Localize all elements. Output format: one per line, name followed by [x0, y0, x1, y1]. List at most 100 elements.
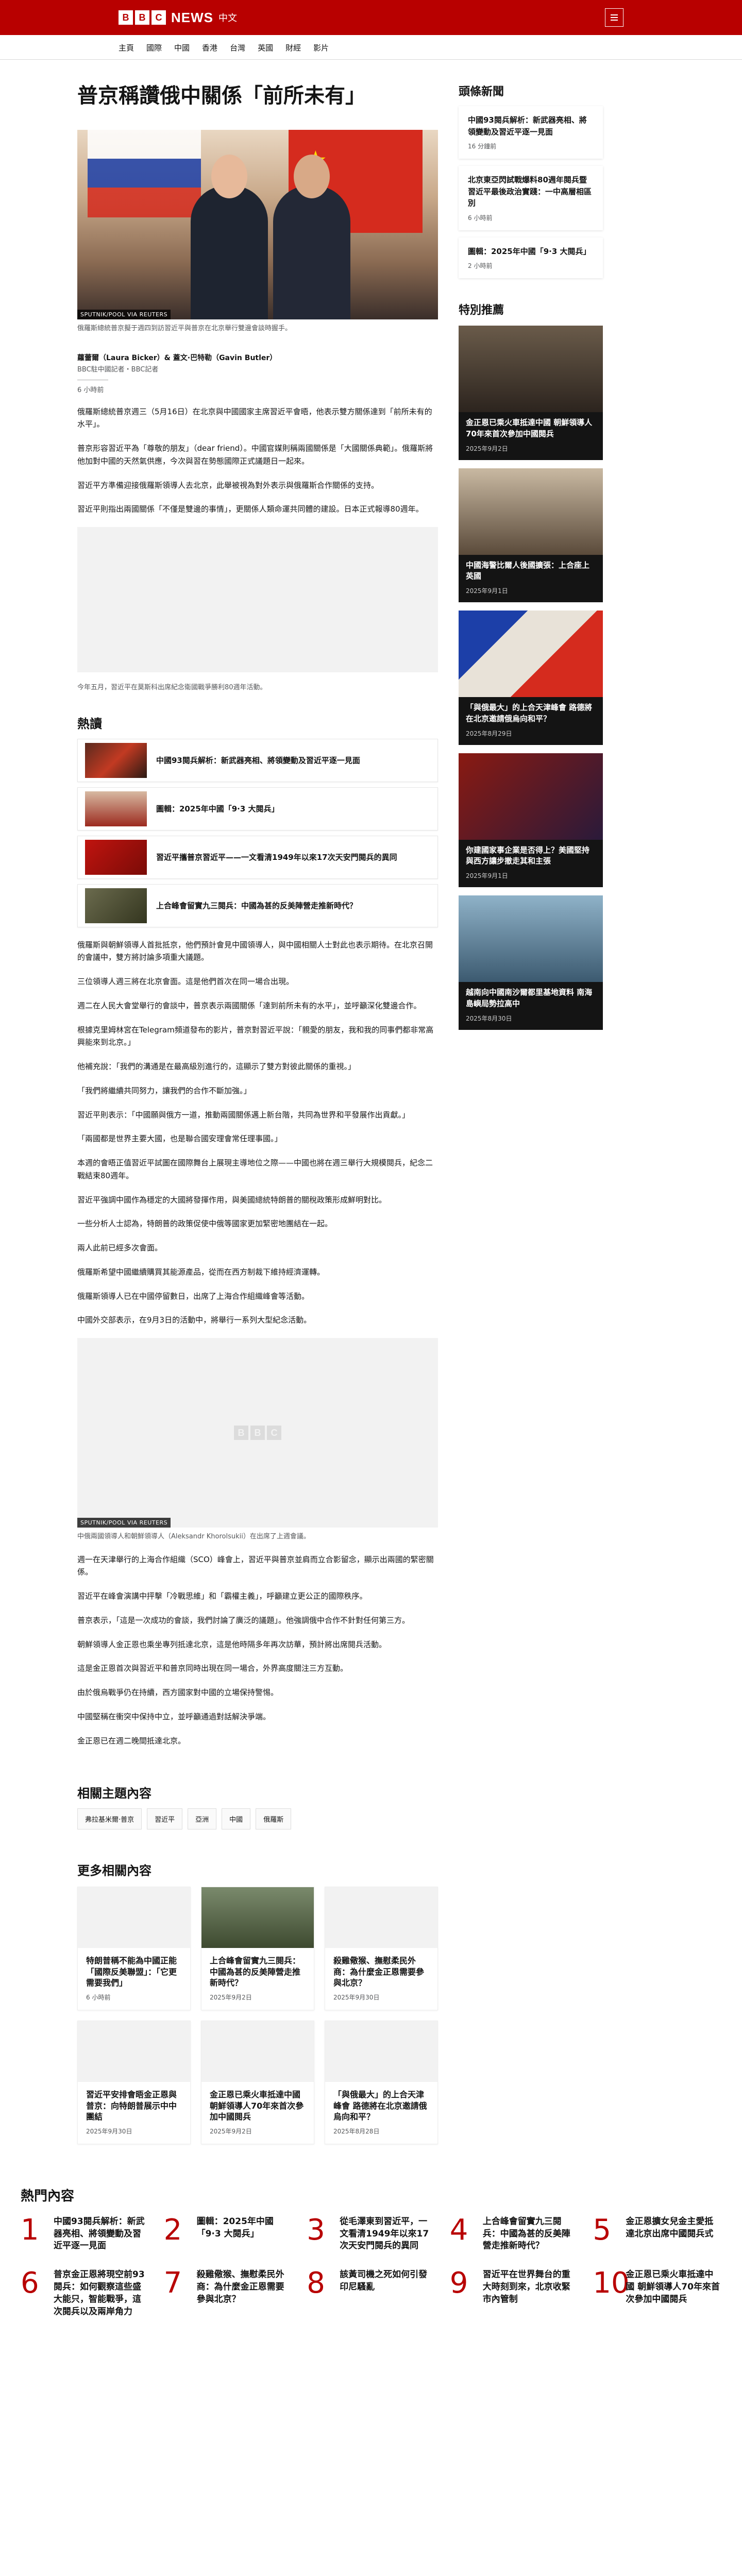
russia-flag — [88, 130, 201, 217]
sidebar: 頭條新聞 中國93閱兵解析：新武器亮相、將領變動及習近平逐一見面 16 分鐘前 … — [459, 82, 603, 2144]
topic-tag[interactable]: 亞洲 — [188, 1808, 217, 1830]
paragraph: 「兩國都是世界主要大國，也是聯合國安理會常任理事國。」 — [77, 1134, 282, 1144]
most-read-title: 金正恩擴女兒金主愛抵達北京出席中國閱兵式 — [626, 2216, 714, 2239]
hot-read-item[interactable]: 習近平攜普京習近平——一文看清1949年以來17次天安門閱兵的異同 — [77, 835, 438, 879]
related-card[interactable]: 習近平安排會晤金正恩與普京：向特朗普展示中中團結 2025年9月30日 — [77, 2021, 191, 2144]
related-card[interactable]: 上合峰會留實九三閱兵：中國為甚的反美陣營走推新時代？ 2025年9月2日 — [201, 1887, 314, 2011]
headline-time: 6 小時前 — [468, 214, 493, 222]
headline-card[interactable]: 北京東亞閃試戰爆料80週年閱兵暨習近平最後政治實踐：一中高層相區別 6 小時前 — [459, 166, 603, 230]
byline: 蘿蕾爾（Laura Bicker）& 蓋文·巴特勒（Gavin Butler） … — [77, 352, 438, 394]
hot-read-thumb — [85, 791, 147, 826]
most-read-item[interactable]: 4 上合峰會留實九三閱兵：中國為甚的反美陣營走推新時代？ — [450, 2215, 579, 2252]
card-title: 「與俄最大」的上合天津峰會 路德將在北京邀請俄烏向和平？ — [333, 2090, 427, 2122]
topic-tag[interactable]: 弗拉基米爾·普京 — [77, 1808, 142, 1830]
featured-card[interactable]: 金正恩已乘火車抵達中國 朝鮮領導人70年來首次參加中國閱兵 2025年9月2日 — [459, 326, 603, 460]
image-caption: 今年五月，習近平在莫斯科出席紀念衛國戰爭勝利80週年活動。 — [77, 684, 267, 691]
most-read-title: 圖輯：2025年中國「9·3 大閱兵」 — [196, 2216, 274, 2239]
featured-card[interactable]: 中國海警比爾人後國擴張：上合座上英國 2025年9月1日 — [459, 468, 603, 602]
most-read-item[interactable]: 3 從毛澤東到習近平，一文看清1949年以來17次天安門閱兵的異同 — [307, 2215, 435, 2252]
featured-card[interactable]: 「與俄最大」的上合天津峰會 路德將在北京邀請俄烏向和平？ 2025年8月29日 — [459, 611, 603, 745]
headline-card[interactable]: 圖輯：2025年中國「9·3 大閱兵」 2 小時前 — [459, 238, 603, 279]
most-read-item[interactable]: 5 金正恩擴女兒金主愛抵達北京出席中國閱兵式 — [593, 2213, 721, 2252]
rank-number: 5 — [593, 2213, 612, 2247]
hot-read-item[interactable]: 上合峰會留實九三閱兵：中國為甚的反美陣營走推新時代？ — [77, 884, 438, 927]
byline-authors: 蘿蕾爾（Laura Bicker）& 蓋文·巴特勒（Gavin Butler） — [77, 353, 277, 362]
topic-tag[interactable]: 俄羅斯 — [256, 1808, 292, 1830]
logo-letter: B — [234, 1426, 248, 1440]
paragraph: 朝鮮領導人金正恩也乘坐專列抵達北京，這是他時隔多年再次訪華，預計將出席閱兵活動。 — [77, 1639, 387, 1649]
most-read-item[interactable]: 6 普京金正恩將現空前93閱兵：如何觀察這些盛大能只，智能戰爭，這次閱兵以及兩岸角… — [21, 2269, 149, 2318]
featured-card[interactable]: 越南向中國南沙爾都里基地資料 南海島嶼局勢拉高中 2025年8月30日 — [459, 895, 603, 1030]
topic-tag[interactable]: 習近平 — [147, 1808, 183, 1830]
topics-heading: 相關主題內容 — [77, 1786, 151, 1801]
more-heading: 更多相關內容 — [77, 1863, 151, 1878]
most-read-item[interactable]: 7 殺雞儆猴、撫慰柔民外商：為什麼金正恩需要參與北京？ — [164, 2269, 293, 2318]
paragraph: 習近平則表示：「中國願與俄方一道，推動兩國關係邁上新台階，共同為世界和平發展作出… — [77, 1110, 410, 1120]
person-left — [191, 185, 268, 319]
most-read-item[interactable]: 10 金正恩已乘火車抵達中國 朝鮮領導人70年來首次參加中國閱兵 — [593, 2269, 721, 2318]
headline-card[interactable]: 中國93閱兵解析：新武器亮相、將領變動及習近平逐一見面 16 分鐘前 — [459, 106, 603, 159]
most-read-item[interactable]: 9 習近平在世界舞台的重大時刻到來，北京收緊市內管制 — [450, 2269, 579, 2318]
card-image — [201, 1887, 314, 1948]
card-date: 2025年9月30日 — [86, 2127, 132, 2135]
nav-china[interactable]: 中國 — [174, 42, 198, 53]
related-card[interactable]: 「與俄最大」的上合天津峰會 路德將在北京邀請俄烏向和平？ 2025年8月28日 — [325, 2021, 438, 2144]
related-card[interactable]: 殺雞儆猴、撫慰柔民外商：為什麼金正恩需要參與北京？ 2025年9月30日 — [325, 1887, 438, 2011]
nav-taiwan[interactable]: 台灣 — [230, 42, 254, 53]
card-title: 習近平安排會晤金正恩與普京：向特朗普展示中中團結 — [86, 2090, 177, 2122]
paragraph: 金正恩已在週二晚間抵達北京。 — [77, 1736, 186, 1745]
headlines-heading: 頭條新聞 — [459, 86, 504, 98]
bbc-logo[interactable]: B B C — [119, 10, 166, 25]
head-left — [211, 155, 247, 198]
most-read-title: 普京金正恩將現空前93閱兵：如何觀察這些盛大能只，智能戰爭，這次閱兵以及兩岸角力 — [54, 2269, 145, 2317]
paragraph: 週二在人民大會堂舉行的會談中，普京表示兩國關係「達到前所未有的水平」，並呼籲深化… — [77, 1001, 421, 1010]
main-nav: 主頁 國際 中國 香港 台灣 英國 財經 影片 — [0, 35, 742, 60]
hot-read-title: 習近平攜普京習近平——一文看清1949年以來17次天安門閱兵的異同 — [156, 853, 397, 862]
most-read-item[interactable]: 2 圖輯：2025年中國「9·3 大閱兵」 — [164, 2215, 293, 2252]
logo-letter: B — [119, 10, 133, 25]
featured-heading: 特別推薦 — [459, 304, 504, 317]
brand-language: 中文 — [218, 13, 237, 24]
paragraph: 習近平強調中國作為穩定的大國將發揮作用，與美國總統特朗普的關稅政策形成鮮明對比。 — [77, 1195, 387, 1205]
paragraph: 俄羅斯領導人已在中國停留數日，出席了上海合作組織峰會等活動。 — [77, 1291, 310, 1301]
most-read-title: 習近平在世界舞台的重大時刻到來，北京收緊市內管制 — [482, 2269, 570, 2304]
paragraph: 三位領導人週三將在北京會面。這是他們首次在同一場合出現。 — [77, 977, 294, 986]
card-image — [201, 2021, 314, 2082]
card-title: 殺雞儆猴、撫慰柔民外商：為什麼金正恩需要參與北京？ — [333, 1956, 425, 1988]
card-date: 6 小時前 — [86, 1994, 111, 2002]
hot-read-item[interactable]: 圖輯：2025年中國「9·3 大閱兵」 — [77, 787, 438, 831]
logo-letter: C — [267, 1426, 281, 1440]
featured-card[interactable]: 你建國家事企業是否得上？美國堅持與西方讓步撤走其和主張 2025年9月1日 — [459, 753, 603, 887]
paragraph: 根據克里姆林宮在Telegram頻道發布的影片，普京對習近平說：「親愛的朋友，我… — [77, 1025, 434, 1047]
card-image — [78, 1887, 190, 1948]
rank-number: 8 — [307, 2266, 325, 2300]
image-credit: SPUTNIK/POOL VIA REUTERS — [77, 1518, 171, 1528]
menu-button[interactable] — [605, 8, 623, 27]
hot-reads-heading: 熱讀 — [77, 716, 102, 731]
paragraph: 一些分析人士認為，特朗普的政策促使中俄等國家更加緊密地團結在一起。 — [77, 1219, 333, 1229]
card-title: 金正恩已乘火車抵達中國 朝鮮領導人70年來首次參加中國閱兵 — [210, 2090, 304, 2122]
image-caption: 俄羅斯總統普京擬于週四到訪習近平與普京在北京舉行雙邊會談時握手。 — [77, 325, 292, 332]
paragraph: 普京表示，「這是一次成功的會談，我們討論了廣泛的議題」。他強調俄中合作不針對任何… — [77, 1615, 410, 1625]
related-card[interactable]: 金正恩已乘火車抵達中國 朝鮮領導人70年來首次參加中國閱兵 2025年9月2日 — [201, 2021, 314, 2144]
hot-read-item[interactable]: 中國93閱兵解析：新武器亮相、將領變動及習近平逐一見面 — [77, 738, 438, 782]
nav-home[interactable]: 主頁 — [119, 42, 142, 53]
nav-video[interactable]: 影片 — [313, 42, 337, 53]
nav-world[interactable]: 國際 — [146, 42, 170, 53]
published-time: 6 小時前 — [77, 386, 104, 394]
nav-uk[interactable]: 英國 — [258, 42, 281, 53]
nav-hongkong[interactable]: 香港 — [202, 42, 226, 53]
paragraph: 本週的會晤正值習近平試圖在國際舞台上展現主導地位之際——中國也將在週三舉行大規模… — [77, 1158, 433, 1180]
most-read-heading: 熱門內容 — [21, 2188, 75, 2204]
most-read-item[interactable]: 8 該黃司機之死如何引發印尼騷亂 — [307, 2269, 435, 2318]
nav-business[interactable]: 財經 — [285, 42, 309, 53]
most-read-item[interactable]: 1 中國93閱兵解析：新武器亮相、將領變動及習近平逐一見面 — [21, 2215, 149, 2252]
brand-news: NEWS — [171, 9, 213, 25]
topic-tag[interactable]: 中國 — [222, 1808, 251, 1830]
most-read-title: 上合峰會留實九三閱兵：中國為甚的反美陣營走推新時代？ — [482, 2216, 570, 2251]
featured-date: 2025年9月2日 — [466, 445, 508, 452]
featured-title: 你建國家事企業是否得上？美國堅持與西方讓步撤走其和主張 — [466, 845, 590, 866]
figure-3: B B C SPUTNIK/POOL VIA REUTERS 中俄兩國領導人和朝… — [77, 1338, 438, 1542]
related-card[interactable]: 特朗普稱不能為中國正能「國際反美聯盟」：「它更需要我們」 6 小時前 — [77, 1887, 191, 2011]
logo-letter: C — [151, 10, 166, 25]
